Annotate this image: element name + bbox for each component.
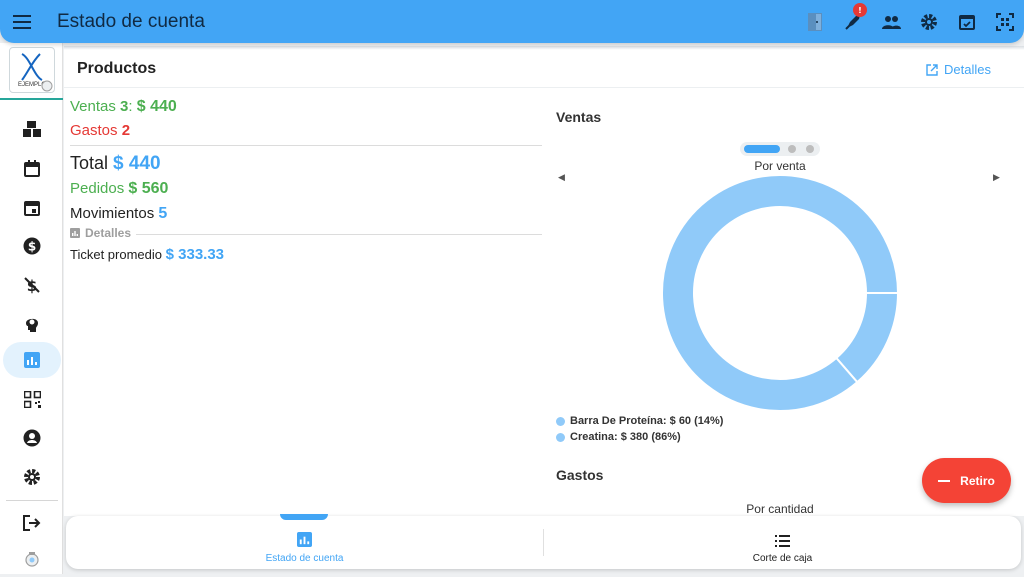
chart-icon [24,352,40,368]
tab-estado-de-cuenta[interactable]: Estado de cuenta [66,516,543,569]
minus-icon [938,479,951,482]
sidebar-divider [6,500,58,501]
settings-icon [24,469,40,485]
tab-estado-label: Estado de cuenta [265,553,344,564]
sidebar-item-account[interactable] [3,420,61,456]
qr-scan-icon [996,12,1014,31]
donut-chart [661,174,900,412]
sidebar-item-reports[interactable] [3,342,61,378]
app-bar: Estado de cuenta ! [0,0,1024,43]
legend-swatch-1 [556,416,565,426]
calendar-event-icon [24,200,40,216]
logo-image: EJEMPLO [18,53,53,92]
rocket-button[interactable]: ! [834,0,872,43]
menu-button[interactable] [0,0,44,43]
calendar-check-icon [959,15,975,30]
gastos-section-title: Gastos [556,467,604,483]
page-title: Estado de cuenta [57,10,205,32]
sidebar-item-money-off[interactable]: $ [3,267,61,303]
door-button[interactable] [796,0,834,43]
account-icon [23,429,41,447]
people-button[interactable] [872,0,910,43]
logout-icon [23,515,41,531]
qr-scan-button[interactable] [986,0,1024,43]
legend-item-2: Creatina: $ 380 (86%) [556,431,681,443]
settings-icon [921,13,937,30]
chart-icon [297,532,312,547]
people-icon [882,15,901,29]
sidebar-item-settings[interactable] [3,459,61,495]
calendar-icon [24,159,40,177]
logo-small-icon [25,552,39,567]
company-logo[interactable]: EJEMPLO [9,47,55,93]
settings-button[interactable] [910,0,948,43]
tab-corte-label: Corte de caja [752,553,813,564]
tab-corte-de-caja[interactable]: Corte de caja [544,516,1021,569]
calendar-check-button[interactable] [948,0,986,43]
sidebar-item-logout[interactable] [3,505,61,541]
legend-item-1: Barra De Proteína: $ 60 (14%) [556,415,723,427]
legend-label-2: Creatina: $ 380 (86%) [570,431,681,443]
boxes-icon [23,121,41,137]
notification-badge: ! [853,3,867,17]
logo-underline [0,98,63,100]
list-icon [775,535,790,547]
sidebar-item-money[interactable]: $ [3,228,61,264]
retiro-label: Retiro [960,473,995,488]
retiro-button[interactable]: Retiro [922,458,1011,503]
legend-swatch-2 [556,432,565,442]
sidebar-item-ideas[interactable] [3,306,61,342]
sidebar-item-calendar[interactable] [3,150,61,186]
sidebar-item-logo-small[interactable] [3,541,61,577]
svg-text:$: $ [28,240,36,254]
menu-icon [13,14,31,29]
gastos-chart-subtitle: Por cantidad [746,502,814,516]
legend-label-1: Barra De Proteína: $ 60 (14%) [570,415,724,427]
sidebar-item-products[interactable] [3,111,61,147]
qr-icon [23,390,41,408]
door-icon [808,12,822,31]
dollar-icon: $ [23,237,41,255]
money-off-icon: $ [24,277,40,294]
sidebar: EJEMPLO $ $ [0,43,63,574]
bottom-navigation: Estado de cuenta Corte de caja [66,514,1021,569]
sidebar-item-event[interactable] [3,189,61,225]
head-icon [26,318,38,332]
content-card: Productos Detalles Ventas 3: $ 440 Gasto… [64,46,1024,516]
sidebar-item-qr[interactable] [3,381,61,417]
